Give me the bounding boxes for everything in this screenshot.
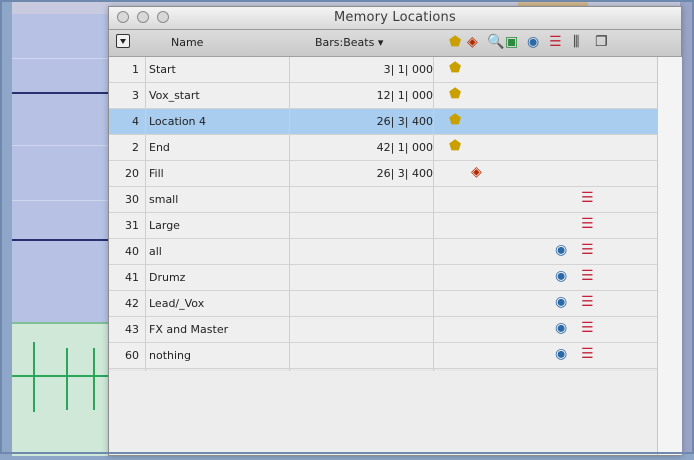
marker-icon: ⬟: [449, 112, 462, 128]
track-show-icon: ◉: [555, 320, 568, 336]
window-config-icon: ☰: [581, 242, 594, 258]
title-bar[interactable]: Memory Locations: [109, 7, 681, 30]
table-row[interactable]: 40 all ◉ ☰: [109, 239, 657, 265]
row-number: 3: [132, 89, 139, 102]
window-config-icon: ☰: [581, 320, 594, 336]
column-divider: [433, 57, 434, 371]
table-row[interactable]: 41 Drumz ◉ ☰: [109, 265, 657, 291]
column-icons: ⬟ ◈ 🔍 ▣ ◉ ☰ ⫼ ❐: [449, 32, 679, 54]
row-number: 20: [125, 167, 139, 180]
track-lane: [12, 200, 112, 201]
selection-icon[interactable]: ◈: [467, 34, 478, 50]
row-number: 60: [125, 349, 139, 362]
waveform-line: [12, 92, 112, 94]
window-icon[interactable]: ❐: [595, 34, 608, 50]
row-name: Lead/_Vox: [149, 297, 205, 310]
memory-locations-window: Memory Locations Name Bars:Beats ▾ ⬟ ◈ 🔍…: [108, 6, 682, 456]
save-icon[interactable]: ▣: [505, 34, 518, 50]
column-header: Name Bars:Beats ▾ ⬟ ◈ 🔍 ▣ ◉ ☰ ⫼ ❐: [109, 30, 681, 57]
waveform: [12, 342, 112, 412]
row-number: 4: [132, 115, 139, 128]
row-name: FX and Master: [149, 323, 229, 336]
name-column-header[interactable]: Name: [171, 36, 203, 49]
marker-icon[interactable]: ⬟: [449, 34, 461, 50]
row-number: 41: [125, 271, 139, 284]
bars-beats-selector[interactable]: Bars:Beats ▾: [315, 36, 383, 49]
row-name: End: [149, 141, 170, 154]
row-position: 26| 3| 400: [376, 167, 433, 180]
table-row[interactable]: 4 Location 4 26| 3| 400 ⬟: [109, 109, 657, 135]
track-lane: [12, 58, 112, 59]
row-name: Location 4: [149, 115, 207, 128]
track-show-icon: ◉: [555, 294, 568, 310]
column-divider: [145, 57, 146, 371]
selection-icon: ◈: [471, 164, 482, 180]
column-divider: [289, 57, 290, 371]
row-number: 2: [132, 141, 139, 154]
table-row[interactable]: 1 Start 3| 1| 000 ⬟: [109, 57, 657, 83]
marker-icon: ⬟: [449, 86, 462, 102]
row-name: Large: [149, 219, 180, 232]
row-number: 1: [132, 63, 139, 76]
group-icon[interactable]: ☰: [549, 34, 562, 50]
track-lane: [12, 145, 112, 146]
scrollbar[interactable]: [657, 57, 682, 455]
row-number: 30: [125, 193, 139, 206]
window-title: Memory Locations: [334, 10, 456, 25]
chevron-down-icon[interactable]: [116, 34, 130, 48]
right-edge-strip: [680, 0, 694, 454]
empty-list-area: [109, 371, 657, 455]
window-config-icon: ☰: [581, 294, 594, 310]
waveform-line: [12, 239, 112, 241]
table-row[interactable]: 43 FX and Master ◉ ☰: [109, 317, 657, 343]
track-show-icon: ◉: [555, 346, 568, 362]
row-name: Vox_start: [149, 89, 200, 102]
table-row[interactable]: 3 Vox_start 12| 1| 000 ⬟: [109, 83, 657, 109]
audio-clip: [12, 322, 112, 456]
row-position: 12| 1| 000: [376, 89, 433, 102]
row-position: 26| 3| 400: [376, 115, 433, 128]
row-number: 40: [125, 245, 139, 258]
track-show-icon: ◉: [555, 242, 568, 258]
window-config-icon: ☰: [581, 216, 594, 232]
row-number: 31: [125, 219, 139, 232]
window-config-icon: ☰: [581, 268, 594, 284]
row-name: Fill: [149, 167, 164, 180]
row-number: 43: [125, 323, 139, 336]
row-number: 42: [125, 297, 139, 310]
window-config-icon: ☰: [581, 190, 594, 206]
table-row[interactable]: 60 nothing ◉ ☰: [109, 343, 657, 369]
comments-icon[interactable]: ⫼: [573, 34, 579, 50]
table-row[interactable]: 42 Lead/_Vox ◉ ☰: [109, 291, 657, 317]
track-show-icon: ◉: [555, 268, 568, 284]
window-config-icon: ☰: [581, 346, 594, 362]
table-row[interactable]: 20 Fill 26| 3| 400 ◈: [109, 161, 657, 187]
marker-icon: ⬟: [449, 60, 462, 76]
track-height-icon[interactable]: ◉: [527, 34, 539, 50]
table-row[interactable]: 31 Large ☰: [109, 213, 657, 239]
table-row[interactable]: 30 small ☰: [109, 187, 657, 213]
row-name: Start: [149, 63, 176, 76]
row-position: 3| 1| 000: [383, 63, 433, 76]
row-name: nothing: [149, 349, 191, 362]
table-row[interactable]: 2 End 42| 1| 000 ⬟: [109, 135, 657, 161]
row-name: all: [149, 245, 162, 258]
row-name: small: [149, 193, 179, 206]
row-position: 42| 1| 000: [376, 141, 433, 154]
zoom-icon[interactable]: 🔍: [487, 34, 504, 50]
marker-icon: ⬟: [449, 138, 462, 154]
row-name: Drumz: [149, 271, 186, 284]
